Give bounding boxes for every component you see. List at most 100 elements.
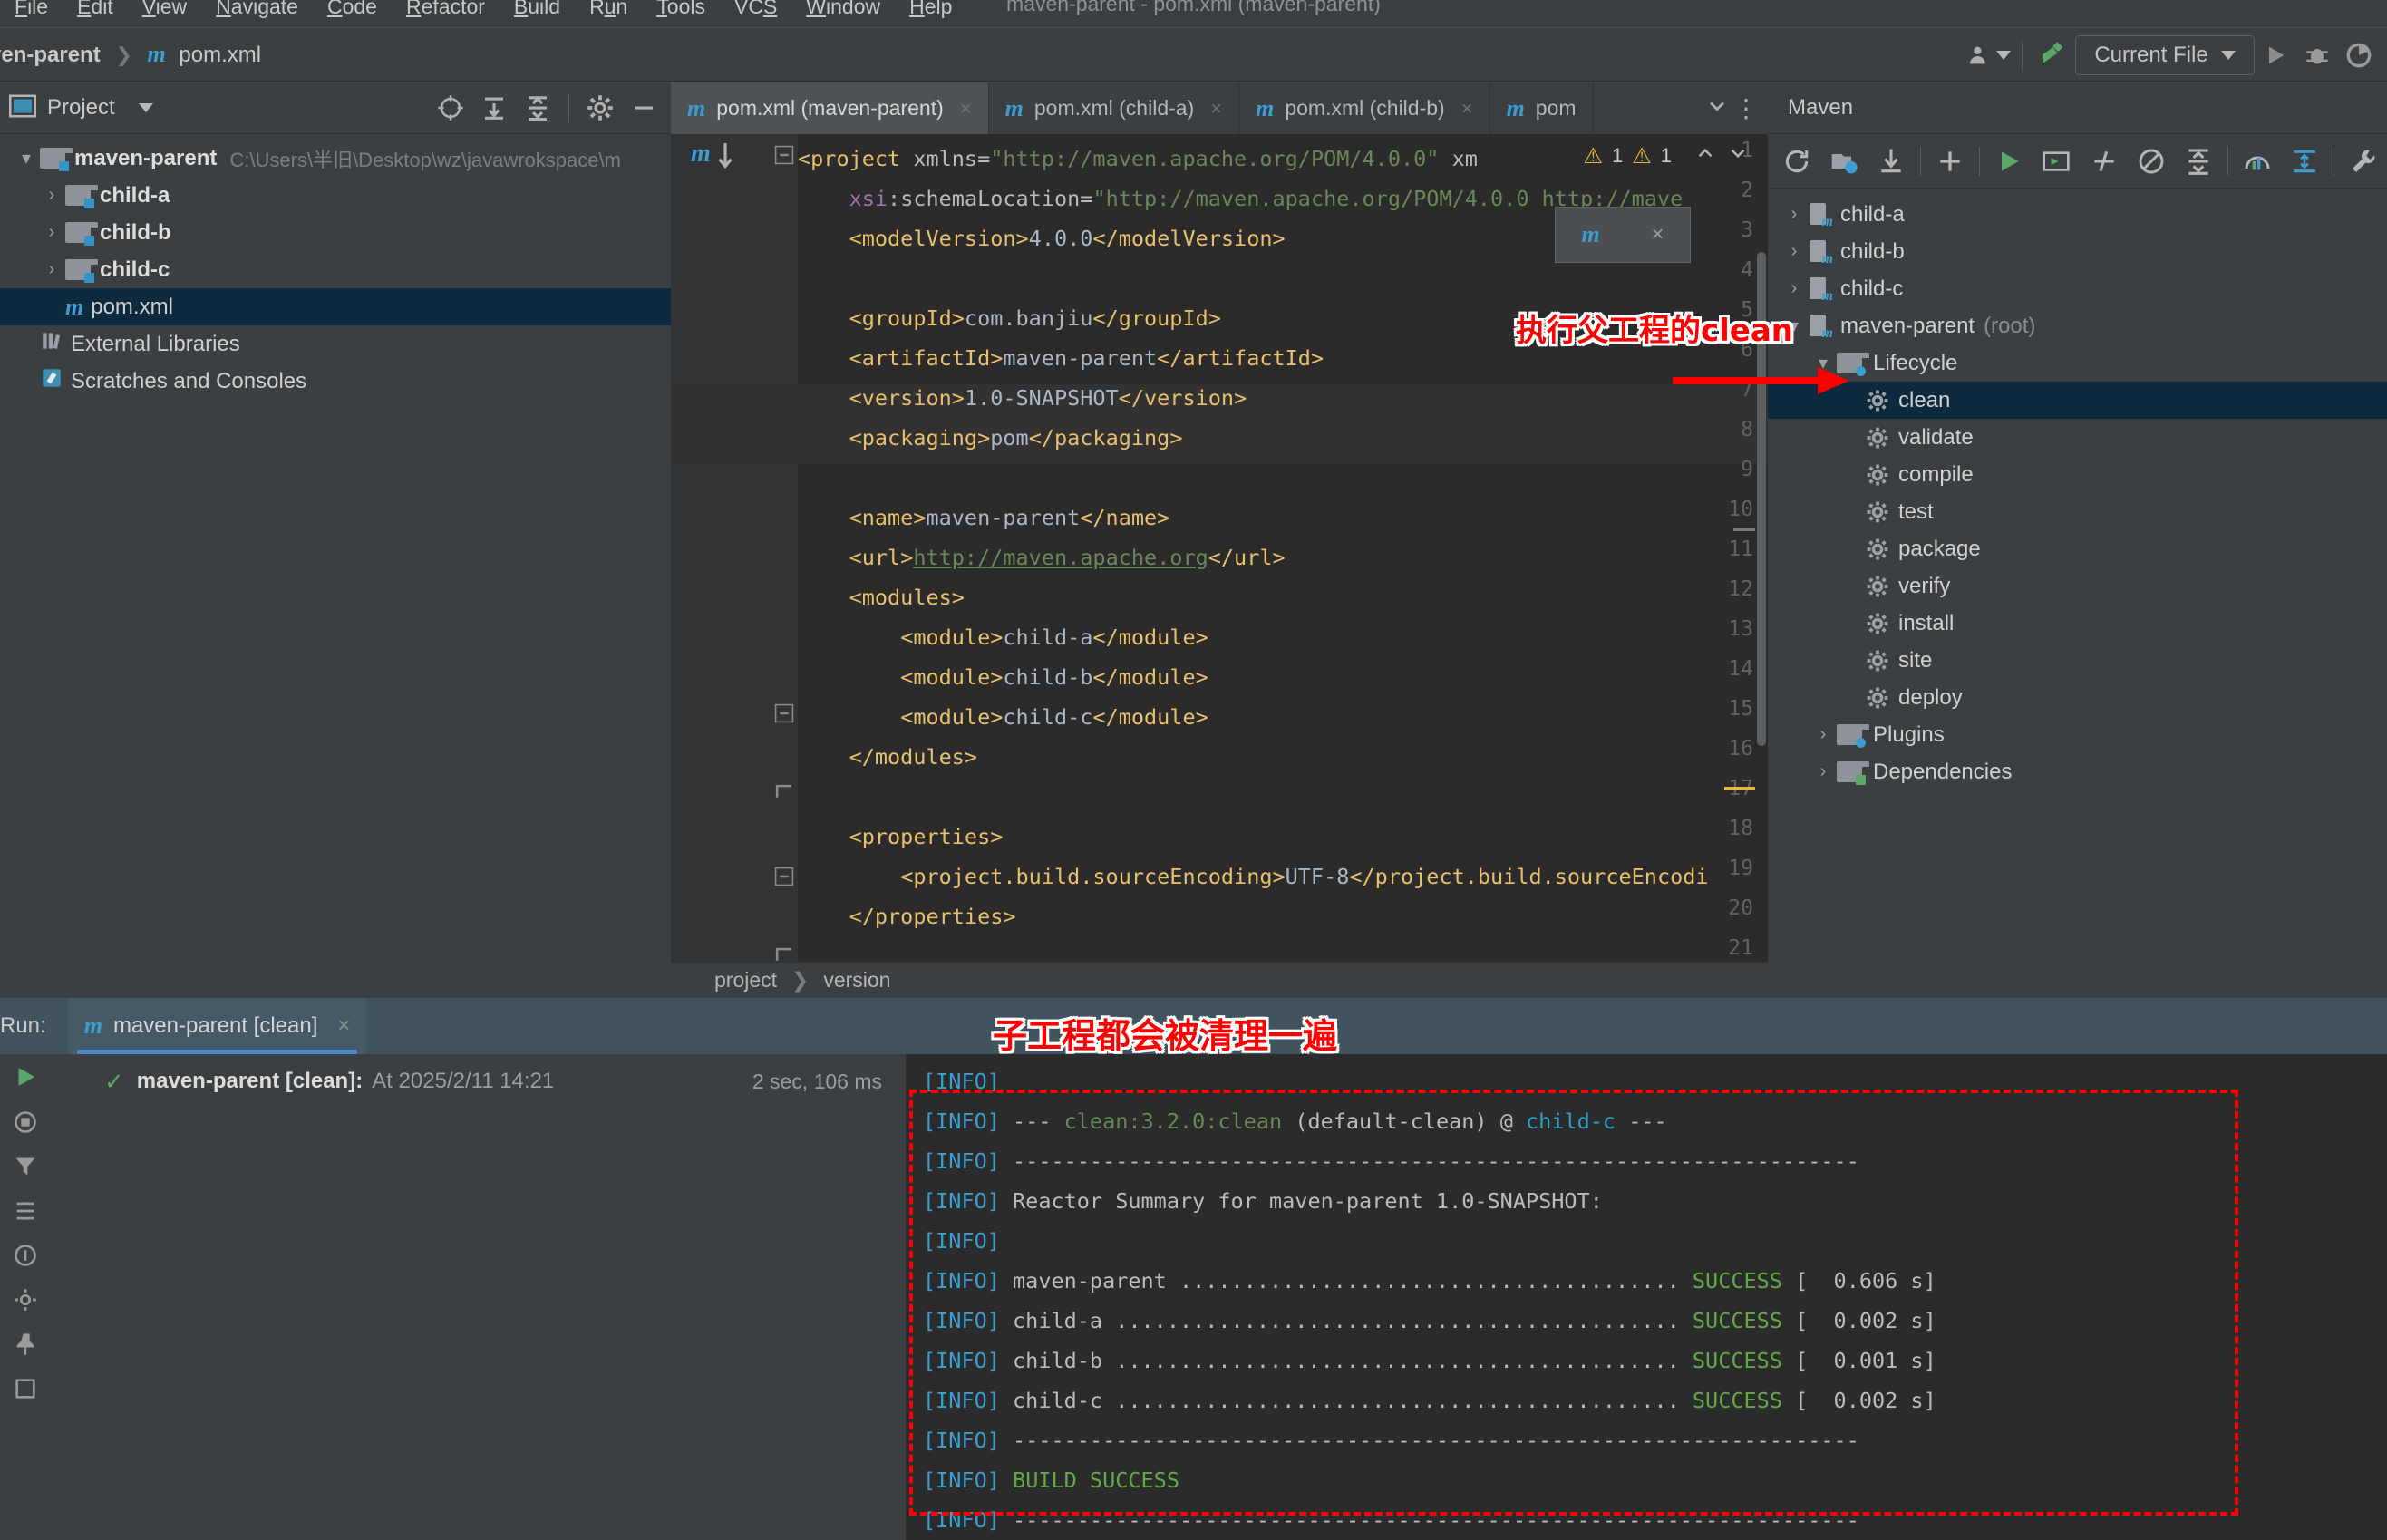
menu-item-build[interactable]: Build [500,0,575,20]
menu-item-code[interactable]: Code [313,0,392,20]
project-tree-item-child-b[interactable]: › child-b [0,214,671,251]
toggle-offline-icon[interactable] [2128,137,2175,186]
menu-item-tools[interactable]: Tools [642,0,720,20]
close-icon[interactable]: × [1461,97,1473,121]
gear-icon[interactable] [578,86,622,130]
chevron-down-icon[interactable]: ▾ [13,147,40,169]
menu-item-refactor[interactable]: Refactor [392,0,500,20]
hide-panel-icon[interactable] [622,86,665,130]
run-tree-row[interactable]: ✓ maven-parent [clean]: At 2025/2/11 14:… [50,1063,906,1099]
filter-icon[interactable] [13,1154,38,1184]
add-icon[interactable] [1926,137,1974,186]
project-tree-item-pom-xml[interactable]: m pom.xml [0,288,671,325]
maven-tree-item-child-b[interactable]: › m child-b [1768,233,2387,270]
fold-end-icon[interactable] [774,783,794,808]
chevron-down-icon[interactable] [138,103,153,112]
maven-tree-item-deploy[interactable]: deploy [1768,679,2387,716]
inspection-widget[interactable]: ⚠ 1 ⚠ 1 [1583,141,1750,170]
more-icon[interactable] [13,1376,38,1406]
hammer-icon[interactable] [2033,34,2075,76]
maven-tree-item-child-a[interactable]: › m child-a [1768,196,2387,233]
breadcrumb-node-version[interactable]: version [823,968,890,993]
menu-item-run[interactable]: Run [575,0,642,20]
editor-tab-1[interactable]: m pom.xml (child-a) × [989,82,1240,134]
pin-icon[interactable] [13,1332,38,1361]
project-tree-item-child-c[interactable]: › child-c [0,251,671,288]
next-problem-icon[interactable] [1726,141,1750,170]
close-icon[interactable]: × [1210,97,1222,121]
maven-tree-item-test[interactable]: test [1768,493,2387,530]
menu-item-window[interactable]: Window [791,0,895,20]
project-tree-item-maven-parent[interactable]: ▾ maven-parent C:\Users\半旧\Desktop\wz\java… [0,140,671,177]
maven-gutter-icon[interactable]: m [691,140,733,169]
maven-tree-item-clean[interactable]: clean [1768,382,2387,419]
reload-all-projects-icon[interactable] [1773,137,1820,186]
fold-marker-icon[interactable] [774,867,794,891]
run-icon[interactable] [2255,34,2296,76]
expand-all-icon[interactable] [13,1198,38,1228]
maven-tree-item-child-c[interactable]: › m child-c [1768,270,2387,307]
console-output[interactable]: [INFO] [INFO] --- clean:3.2.0:clean (defa… [907,1054,2387,1540]
debug-icon[interactable] [2296,34,2338,76]
maven-tree-item-lifecycle[interactable]: ▾ Lifecycle [1768,344,2387,382]
close-icon[interactable]: × [960,97,972,121]
download-sources-icon[interactable] [1868,137,1915,186]
expand-icon[interactable] [2281,137,2328,186]
more-tabs-icon[interactable]: ⋮ [1733,93,1761,123]
breadcrumb-project[interactable]: ven-parent [0,43,101,67]
maven-reload-icon[interactable]: m [1581,221,1599,248]
skip-tests-icon[interactable] [2081,137,2128,186]
menu-item-view[interactable]: View [128,0,201,20]
maven-tree-item-site[interactable]: site [1768,642,2387,679]
run-configuration-selector[interactable]: Current File [2075,35,2255,75]
chevron-right-icon[interactable]: › [1781,241,1808,262]
chevron-down-icon[interactable] [1704,93,1730,123]
close-icon[interactable]: × [337,1013,350,1039]
project-tree-item-scratches-and-consoles[interactable]: Scratches and Consoles [0,363,671,400]
maven-tree-item-maven-parent[interactable]: ▾ m maven-parent (root) [1768,307,2387,344]
breadcrumb-node-project[interactable]: project [714,968,777,993]
maven-tree-item-validate[interactable]: validate [1768,419,2387,456]
settings-icon[interactable] [13,1287,38,1317]
maven-tree-item-dependencies[interactable]: › Dependencies [1768,753,2387,790]
maven-tree-item-compile[interactable]: compile [1768,456,2387,493]
breadcrumb-file[interactable]: pom.xml [179,43,261,67]
collapse-all-icon[interactable] [516,86,559,130]
menu-item-navigate[interactable]: Navigate [201,0,313,20]
collapse-all-icon[interactable] [13,1243,38,1273]
maven-tree-item-package[interactable]: package [1768,530,2387,567]
maven-tree-item-plugins[interactable]: › Plugins [1768,716,2387,753]
chevron-right-icon[interactable]: › [38,259,65,280]
menu-item-help[interactable]: Help [895,0,966,20]
chevron-right-icon[interactable]: › [1781,204,1808,225]
fold-marker-icon[interactable] [774,703,794,728]
maven-reload-popup[interactable]: m × [1555,207,1691,263]
execute-goal-icon[interactable] [2033,137,2080,186]
code-editor[interactable]: 1 2 3 4 5 6 7 8 9 10 11 12 13 14 15 16 17 18 19 20 21 <proje… [671,134,1768,998]
chevron-down-icon[interactable] [1996,51,2011,60]
chevron-right-icon[interactable]: › [1810,761,1837,782]
editor-tab-3[interactable]: m pom [1490,82,1594,134]
rerun-icon[interactable] [12,1063,39,1095]
prev-problem-icon[interactable] [1693,141,1717,170]
chevron-down-icon[interactable] [2220,51,2236,60]
collapse-all-icon[interactable] [2175,137,2222,186]
chevron-right-icon[interactable]: › [1810,724,1837,745]
show-dependency-analyzer-icon[interactable] [2234,137,2281,186]
menu-item-edit[interactable]: Edit [63,0,128,20]
locate-icon[interactable] [429,86,472,130]
settings-wrench-icon[interactable] [2340,137,2387,186]
run-icon[interactable] [1985,137,2033,186]
chevron-right-icon[interactable]: › [38,222,65,243]
project-tree-item-external-libraries[interactable]: External Libraries [0,325,671,363]
menu-item-vcs[interactable]: VCS [720,0,791,20]
stop-icon[interactable] [13,1109,38,1139]
menu-item-file[interactable]: File [0,0,63,20]
close-icon[interactable]: × [1652,222,1664,247]
chevron-right-icon[interactable]: › [1781,278,1808,299]
breadcrumb[interactable]: ven-parent ❯ m pom.xml [0,41,261,68]
code-content[interactable]: <project xmlns="http://maven.apache.org/… [798,134,1768,998]
run-tab-maven-parent-clean[interactable]: m maven-parent [clean] × [67,998,367,1054]
coverage-icon[interactable] [2338,34,2380,76]
editor-tab-0[interactable]: m pom.xml (maven-parent) × [671,82,989,134]
